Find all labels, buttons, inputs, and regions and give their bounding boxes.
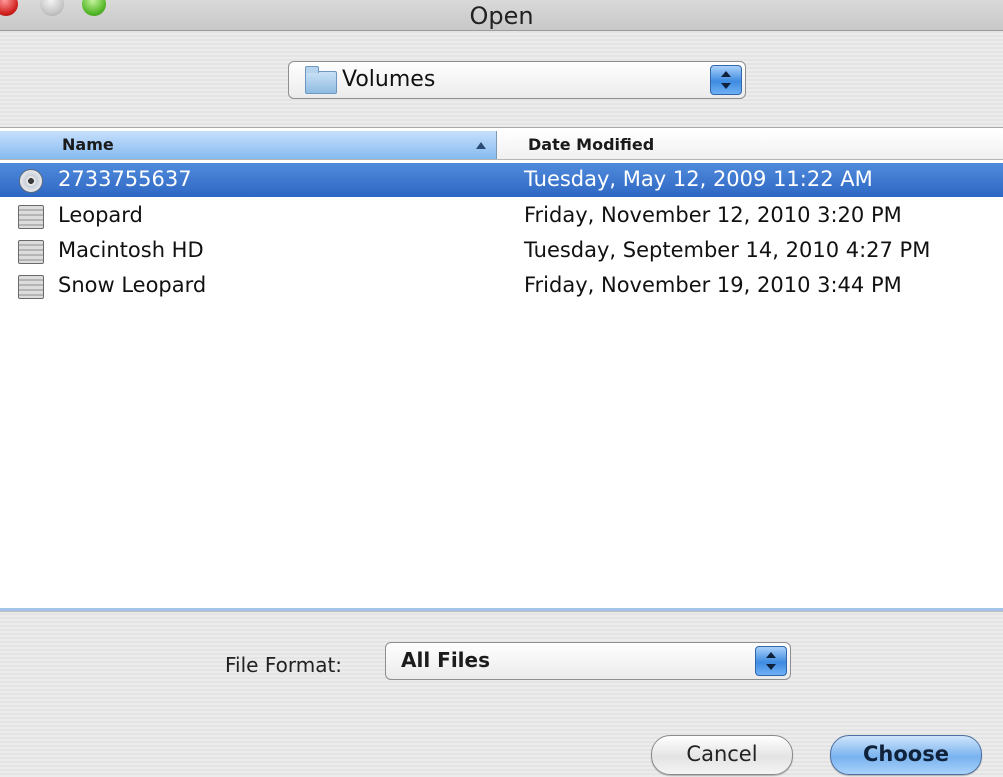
popup-stepper-icon <box>755 646 787 676</box>
name-column-header[interactable]: Name <box>0 131 497 159</box>
file-name: Snow Leopard <box>58 273 207 297</box>
file-row[interactable]: Macintosh HD Tuesday, September 14, 2010… <box>0 234 1003 268</box>
title-bar: Open <box>0 0 1003 31</box>
cancel-button[interactable]: Cancel <box>651 735 793 775</box>
popup-stepper-icon <box>710 65 742 95</box>
file-format-label: File Format: <box>225 653 343 677</box>
sort-ascending-icon <box>476 142 486 149</box>
file-name: Macintosh HD <box>58 238 204 262</box>
window-title: Open <box>469 2 534 30</box>
file-row[interactable]: 2733755637 Tuesday, May 12, 2009 11:22 A… <box>0 163 1003 197</box>
file-row[interactable]: Leopard Friday, November 12, 2010 3:20 P… <box>0 199 1003 233</box>
file-row[interactable]: Snow Leopard Friday, November 19, 2010 3… <box>0 269 1003 303</box>
location-toolbar: Volumes <box>0 31 1003 128</box>
choose-button[interactable]: Choose <box>830 735 982 775</box>
name-column-label: Name <box>62 135 114 154</box>
disk-icon <box>18 275 44 299</box>
date-column-header[interactable]: Date Modified <box>528 135 654 154</box>
folder-icon <box>305 66 337 94</box>
file-date-modified: Tuesday, May 12, 2009 11:22 AM <box>524 167 873 191</box>
file-date-modified: Tuesday, September 14, 2010 4:27 PM <box>524 238 931 262</box>
file-name: Leopard <box>58 203 143 227</box>
file-format-value: All Files <box>401 648 490 672</box>
file-date-modified: Friday, November 12, 2010 3:20 PM <box>524 203 902 227</box>
cd-icon <box>19 169 43 193</box>
disk-icon <box>18 205 44 229</box>
file-list[interactable]: 2733755637 Tuesday, May 12, 2009 11:22 A… <box>0 160 1003 608</box>
file-format-popup[interactable]: All Files <box>385 642 791 680</box>
location-popup[interactable]: Volumes <box>288 61 746 99</box>
dialog-footer: File Format: All Files Cancel Choose <box>0 611 1003 777</box>
disk-icon <box>18 240 44 264</box>
file-name: 2733755637 <box>58 167 192 191</box>
file-list-header: Name Date Modified <box>0 131 1003 160</box>
file-date-modified: Friday, November 19, 2010 3:44 PM <box>524 273 902 297</box>
location-popup-label: Volumes <box>342 67 436 92</box>
